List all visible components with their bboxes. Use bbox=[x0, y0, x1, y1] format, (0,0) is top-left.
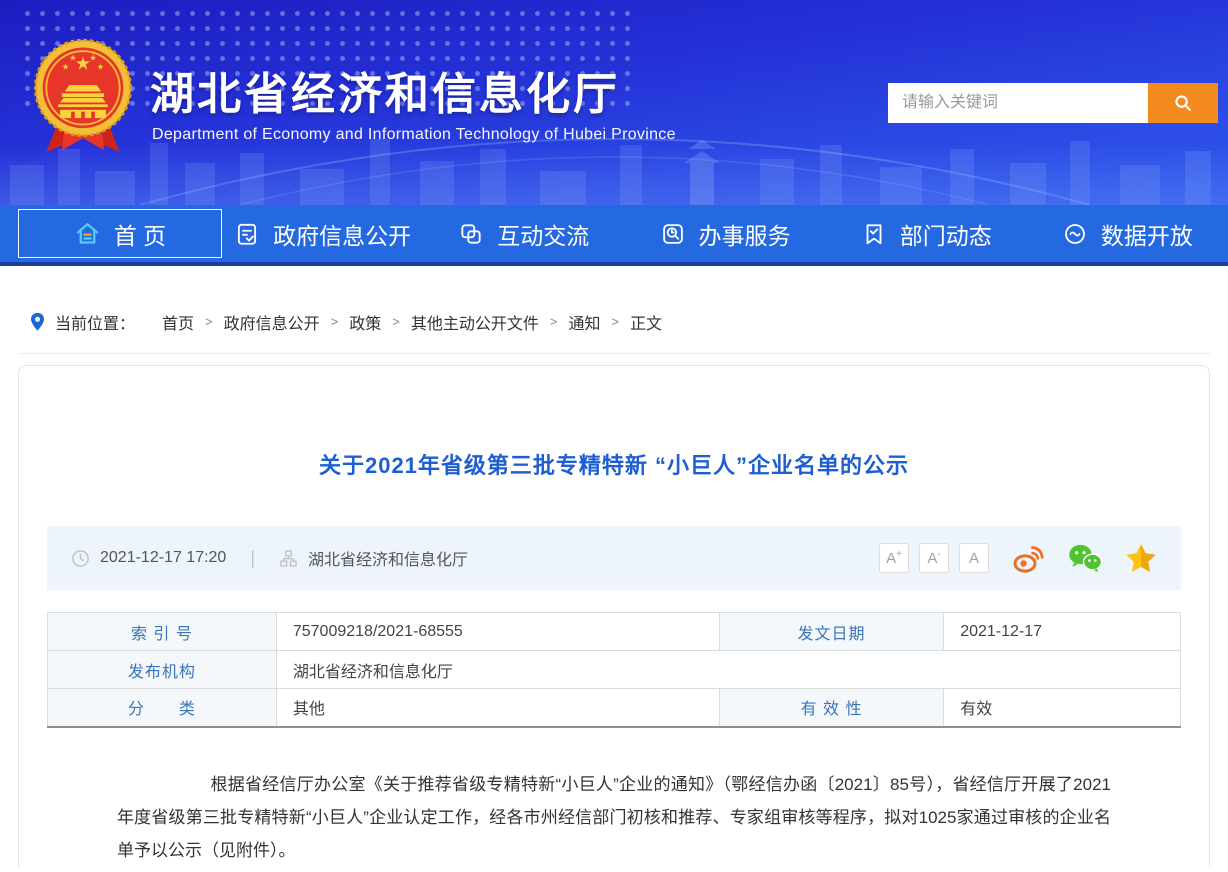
qzone-icon[interactable] bbox=[1125, 543, 1157, 573]
breadcrumb-item-other-docs[interactable]: 其他主动公开文件 bbox=[411, 310, 539, 334]
meta-divider: | bbox=[250, 548, 255, 569]
breadcrumb-label: 当前位置： bbox=[55, 310, 135, 334]
article-body-paragraph: 根据省经信厅办公室《关于推荐省级专精特新“小巨人”企业的通知》（鄂经信办函〔20… bbox=[117, 768, 1111, 867]
nav-item-label: 互动交流 bbox=[497, 217, 589, 251]
site-search bbox=[888, 83, 1218, 123]
nav-item-label: 部门动态 bbox=[900, 217, 992, 251]
home-icon bbox=[74, 220, 101, 247]
wave-circle-icon bbox=[1062, 221, 1088, 247]
index-number-value: 757009218/2021-68555 bbox=[276, 613, 719, 651]
nav-item-gov-info[interactable]: 政府信息公开 bbox=[222, 205, 423, 262]
weibo-icon[interactable] bbox=[1011, 543, 1045, 573]
breadcrumb-item-notice[interactable]: 通知 bbox=[568, 310, 600, 334]
breadcrumb-item-home[interactable]: 首页 bbox=[162, 310, 194, 334]
table-row: 索 引 号 757009218/2021-68555 发文日期 2021-12-… bbox=[48, 613, 1181, 651]
overlap-squares-icon bbox=[458, 221, 484, 247]
article-meta-bar: 2021-12-17 17:20 | 湖北省经济和信息化厅 A+ A- A bbox=[47, 526, 1181, 590]
font-reset-button[interactable]: A bbox=[959, 543, 989, 573]
magnifier-badge-icon bbox=[660, 221, 686, 247]
header-glow-decoration bbox=[0, 145, 1228, 205]
breadcrumb-item-policy[interactable]: 政策 bbox=[349, 310, 381, 334]
main-nav: 首 页 政府信息公开 互动交流 办事服务 bbox=[0, 205, 1228, 266]
nav-item-label: 政府信息公开 bbox=[273, 217, 411, 251]
svg-text:★: ★ bbox=[62, 63, 69, 72]
breadcrumb: 当前位置： 首页 > 政府信息公开 > 政策 > 其他主动公开文件 > 通知 >… bbox=[18, 290, 1210, 354]
issue-date-label: 发文日期 bbox=[719, 613, 943, 651]
article-tools: A+ A- A bbox=[869, 543, 1157, 573]
search-icon bbox=[1172, 92, 1194, 114]
search-input[interactable] bbox=[888, 83, 1148, 123]
article-source: 湖北省经济和信息化厅 bbox=[308, 546, 468, 570]
site-header: ★ ★ ★ ★ ★ 湖北省经济和信息化厅 Department of Econo… bbox=[0, 0, 1228, 205]
breadcrumb-separator: > bbox=[550, 314, 558, 329]
validity-value: 有效 bbox=[944, 689, 1181, 727]
issue-date-value: 2021-12-17 bbox=[944, 613, 1181, 651]
svg-text:★: ★ bbox=[89, 53, 96, 62]
nav-item-label: 办事服务 bbox=[699, 217, 791, 251]
breadcrumb-item-current: 正文 bbox=[630, 310, 662, 334]
document-meta-table: 索 引 号 757009218/2021-68555 发文日期 2021-12-… bbox=[47, 612, 1181, 728]
publish-time: 2021-12-17 17:20 bbox=[100, 549, 226, 567]
document-check-icon bbox=[234, 221, 260, 247]
nav-item-home[interactable]: 首 页 bbox=[18, 209, 222, 258]
nav-item-label: 首 页 bbox=[114, 217, 166, 251]
font-increase-button[interactable]: A+ bbox=[879, 543, 909, 573]
article-card: 关于2021年省级第三批专精特新 “小巨人”企业名单的公示 2021-12-17… bbox=[18, 365, 1210, 867]
breadcrumb-item-gov-info[interactable]: 政府信息公开 bbox=[224, 310, 320, 334]
table-row: 分 类 其他 有 效 性 有效 bbox=[48, 689, 1181, 727]
clock-icon bbox=[71, 549, 90, 568]
article-title: 关于2021年省级第三批专精特新 “小巨人”企业名单的公示 bbox=[47, 448, 1181, 480]
location-pin-icon bbox=[28, 311, 47, 333]
category-value: 其他 bbox=[276, 689, 719, 727]
nav-item-label: 数据开放 bbox=[1101, 217, 1193, 251]
site-title: 湖北省经济和信息化厅 bbox=[150, 58, 620, 122]
nav-item-department-news[interactable]: 部门动态 bbox=[826, 205, 1027, 262]
nav-item-open-data[interactable]: 数据开放 bbox=[1027, 205, 1228, 262]
breadcrumb-separator: > bbox=[392, 314, 400, 329]
nav-item-services[interactable]: 办事服务 bbox=[624, 205, 825, 262]
publish-info: 2021-12-17 17:20 | 湖北省经济和信息化厅 bbox=[71, 546, 468, 570]
issuing-org-label: 发布机构 bbox=[48, 651, 277, 689]
breadcrumb-separator: > bbox=[331, 314, 339, 329]
breadcrumb-separator: > bbox=[205, 314, 213, 329]
svg-text:★: ★ bbox=[69, 53, 76, 62]
nav-item-interaction[interactable]: 互动交流 bbox=[423, 205, 624, 262]
validity-label: 有 效 性 bbox=[719, 689, 943, 727]
wechat-icon[interactable] bbox=[1067, 543, 1103, 573]
site-title-english: Department of Economy and Information Te… bbox=[152, 126, 676, 144]
issuing-org-value: 湖北省经济和信息化厅 bbox=[276, 651, 1180, 689]
china-national-emblem-icon: ★ ★ ★ ★ ★ bbox=[28, 34, 138, 165]
index-number-label: 索 引 号 bbox=[48, 613, 277, 651]
organization-icon bbox=[279, 549, 298, 568]
table-row: 发布机构 湖北省经济和信息化厅 bbox=[48, 651, 1181, 689]
bookmark-check-icon bbox=[861, 221, 887, 247]
breadcrumb-separator: > bbox=[611, 314, 619, 329]
font-decrease-button[interactable]: A- bbox=[919, 543, 949, 573]
svg-text:★: ★ bbox=[97, 63, 104, 72]
search-button[interactable] bbox=[1148, 83, 1218, 123]
category-label: 分 类 bbox=[48, 689, 277, 727]
